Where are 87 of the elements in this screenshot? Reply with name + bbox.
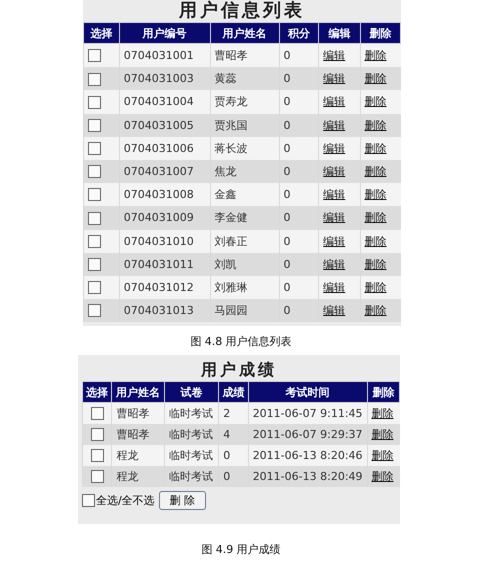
checkbox[interactable]: [88, 234, 101, 248]
checkbox[interactable]: [90, 428, 104, 442]
column-header: 考试时间: [248, 382, 368, 403]
table-cell: 0704031007: [119, 160, 210, 184]
column-header: 用户编号: [119, 22, 210, 44]
figure-caption: 图 4.9 用户成绩: [201, 543, 281, 556]
table-cell: 0: [218, 466, 248, 488]
checkbox[interactable]: [90, 470, 104, 484]
table-cell: 程龙: [112, 445, 164, 466]
table-cell: 0704031008: [119, 183, 210, 206]
table-cell: 0: [279, 183, 319, 206]
table-cell: 0: [279, 90, 319, 114]
table-cell: 李金健: [210, 206, 279, 230]
table-cell: 0: [279, 252, 319, 276]
table-cell: 0704031011: [119, 252, 210, 276]
checkbox[interactable]: [90, 449, 104, 462]
checkbox[interactable]: [88, 188, 101, 202]
table-cell: 0: [279, 44, 319, 68]
checkbox[interactable]: [88, 304, 101, 318]
table-cell: 0704031006: [119, 136, 210, 160]
column-header: 删除: [360, 22, 400, 44]
checkbox[interactable]: [88, 281, 101, 294]
table-cell: 临时考试: [164, 424, 219, 446]
table-cell: 临时考试: [164, 466, 219, 488]
table-cell: 刘凯: [210, 252, 279, 276]
column-header: 积分: [279, 22, 319, 44]
checkbox[interactable]: [88, 96, 101, 109]
select-all-label: 全选/全不选: [96, 493, 155, 508]
table-cell: 马园园: [210, 299, 279, 322]
table-cell: 刘春正: [210, 230, 279, 253]
table-cell: 0: [279, 160, 319, 184]
column-header: 试卷: [164, 382, 219, 403]
column-header: 编辑: [318, 22, 360, 44]
table-cell: 0704031004: [119, 90, 210, 114]
table-cell: 2011-06-13 8:20:46: [248, 445, 368, 466]
column-header: 用户姓名: [112, 382, 164, 403]
table-cell: 0: [279, 276, 319, 300]
panel-title: 用户成绩: [201, 359, 277, 382]
table-cell: 临时考试: [164, 445, 219, 466]
table-cell: 0: [279, 136, 319, 160]
column-header: 选择: [84, 22, 120, 44]
table-cell: 蒋长波: [210, 136, 279, 160]
table-cell: 0704031005: [119, 114, 210, 137]
table-cell: 4: [218, 424, 248, 446]
table-cell: 0704031001: [119, 44, 210, 68]
table-cell: 程龙: [112, 466, 164, 488]
table-cell: 0: [218, 445, 248, 466]
checkbox[interactable]: [82, 494, 95, 508]
table-cell: 0: [279, 114, 319, 137]
table-cell: 黄蕊: [210, 67, 279, 90]
table-cell: 临时考试: [164, 402, 219, 424]
table-cell: 0: [279, 67, 319, 90]
checkbox[interactable]: [88, 49, 101, 62]
checkbox[interactable]: [88, 212, 101, 225]
checkbox[interactable]: [88, 118, 101, 132]
column-header: 用户姓名: [210, 22, 279, 44]
table-cell: 2011-06-07 9:11:45: [248, 402, 368, 424]
table-cell: 曹昭孝: [112, 402, 164, 424]
table-cell: 刘雅琳: [210, 276, 279, 300]
table-cell: 0704031012: [119, 276, 210, 300]
table-cell: 0: [279, 299, 319, 322]
table-cell: 曹昭孝: [210, 44, 279, 68]
column-header: 选择: [82, 382, 112, 403]
table-cell: 金鑫: [210, 183, 279, 206]
table-cell: 0704031009: [119, 206, 210, 230]
checkbox[interactable]: [88, 165, 101, 178]
table-cell: 0704031013: [119, 299, 210, 322]
table-cell: 0704031003: [119, 67, 210, 90]
checkbox[interactable]: [90, 407, 104, 420]
table-cell: 2: [218, 402, 248, 424]
panel-title: 用户信息列表: [179, 0, 305, 22]
table-cell: 0: [279, 206, 319, 230]
table-cell: 2011-06-07 9:29:37: [248, 424, 368, 446]
table-cell: 曹昭孝: [112, 424, 164, 446]
table-cell: 2011-06-13 8:20:49: [248, 466, 368, 488]
checkbox[interactable]: [88, 142, 101, 156]
table-cell: 焦龙: [210, 160, 279, 184]
table-cell: 贾寿龙: [210, 90, 279, 114]
table-cell: 贾兆国: [210, 114, 279, 137]
table-cell: 0: [279, 230, 319, 253]
checkbox[interactable]: [88, 258, 101, 272]
column-header: 删除: [367, 382, 400, 403]
figure-caption: 图 4.8 用户信息列表: [190, 335, 292, 348]
checkbox[interactable]: [88, 72, 101, 86]
delete-button[interactable]: 删 除: [158, 491, 206, 510]
column-header: 成绩: [218, 382, 248, 403]
table-cell: 0704031010: [119, 230, 210, 253]
